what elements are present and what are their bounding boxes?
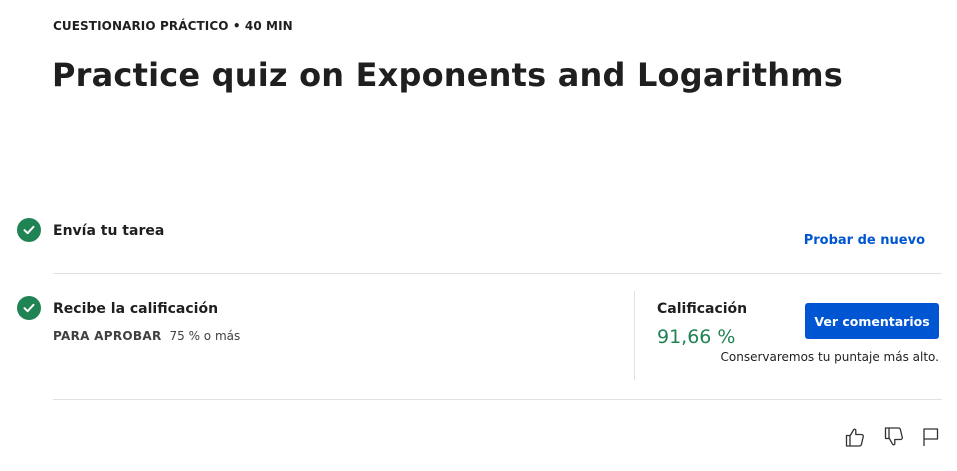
thumbs-up-icon[interactable] [843, 425, 867, 449]
step-submit-title: Envía tu tarea [53, 223, 165, 239]
highest-score-note: Conservaremos tu puntaje más alto. [720, 350, 940, 364]
page-title: Practice quiz on Exponents and Logarithm… [52, 56, 844, 94]
check-circle-icon [17, 296, 41, 320]
grade-value: 91,66 % [657, 326, 736, 348]
grade-label: Calificación [657, 301, 748, 317]
eyebrow-label: CUESTIONARIO PRÁCTICO • 40 MIN [53, 19, 293, 33]
pass-requirement: PARA APROBAR 75 % o más [53, 329, 240, 343]
thumbs-down-icon[interactable] [882, 425, 906, 449]
divider [53, 273, 942, 274]
check-circle-icon [17, 218, 41, 242]
flag-icon[interactable] [919, 425, 943, 449]
pass-value: 75 % o más [169, 329, 241, 343]
view-feedback-button[interactable]: Ver comentarios [805, 303, 939, 339]
retry-link[interactable]: Probar de nuevo [804, 233, 925, 248]
pass-label: PARA APROBAR [53, 329, 162, 343]
step-grade-title: Recibe la calificación [53, 301, 219, 317]
vertical-divider [634, 291, 635, 380]
divider [53, 399, 942, 400]
